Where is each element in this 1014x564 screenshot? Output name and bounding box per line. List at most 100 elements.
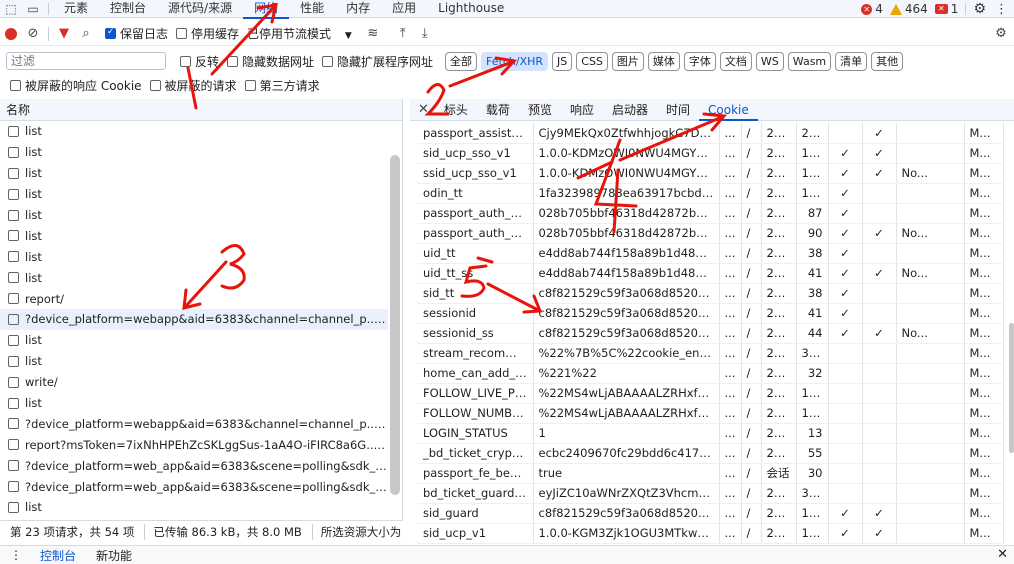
detail-tab-0[interactable]: 标头: [435, 99, 477, 121]
filter-chip-0[interactable]: 全部: [445, 51, 478, 71]
filter-chip-11[interactable]: 其他: [871, 51, 904, 71]
request-row[interactable]: list: [0, 121, 388, 142]
filter-chip-3[interactable]: CSS: [576, 51, 608, 71]
drawer-menu-icon[interactable]: ⋮: [0, 548, 30, 562]
export-har-icon[interactable]: ⤓: [414, 23, 436, 45]
request-row[interactable]: list: [0, 205, 388, 226]
tab-4[interactable]: 性能: [289, 0, 335, 18]
cookie-row[interactable]: FOLLOW_LIVE_POI... %22MS4wLjABAAAALZRHxfh…: [418, 383, 1004, 404]
request-row[interactable]: ?device_platform=webapp&aid=6383&channel…: [0, 413, 388, 434]
request-row[interactable]: list: [0, 393, 388, 414]
blocked-requests-checkbox[interactable]: [149, 79, 161, 91]
request-row[interactable]: list: [0, 184, 388, 205]
hide-extension-urls-checkbox[interactable]: [322, 55, 334, 67]
detail-tab-1[interactable]: 载荷: [477, 99, 519, 121]
request-row[interactable]: report/: [0, 288, 388, 309]
cookie-row[interactable]: passport_auth_sta... 028b705bbf46318d4287…: [418, 223, 1004, 244]
tab-0[interactable]: 元素: [53, 0, 99, 18]
tab-6[interactable]: 应用: [381, 0, 427, 18]
cookie-row[interactable]: sessionid c8f821529c59f3a068d85204fc9f...…: [418, 303, 1004, 324]
hide-data-urls-checkbox[interactable]: [227, 55, 239, 67]
close-detail-icon[interactable]: ✕: [410, 102, 435, 117]
request-row[interactable]: ?device_platform=web_app&aid=6383&scene=…: [0, 476, 388, 497]
throttling-select[interactable]: 已停用节流模式 ▼: [247, 25, 352, 42]
cookie-row[interactable]: uid_tt_ss e4dd8ab744f158a89b1d489a07.....…: [418, 263, 1004, 284]
request-row[interactable]: list: [0, 351, 388, 372]
drawer-tab-0[interactable]: 控制台: [30, 547, 86, 564]
network-conditions-icon[interactable]: ≋: [362, 23, 384, 45]
error-icon[interactable]: ✕: [861, 3, 873, 15]
detail-tab-3[interactable]: 响应: [561, 99, 603, 121]
cookie-row[interactable]: LOGIN_STATUS 1.../20... 13 M...: [418, 423, 1004, 444]
scrollbar[interactable]: [1009, 323, 1014, 453]
tab-1[interactable]: 控制台: [99, 0, 157, 18]
request-row[interactable]: list: [0, 225, 388, 246]
tab-7[interactable]: Lighthouse: [427, 0, 515, 18]
scrollbar[interactable]: [390, 155, 400, 495]
cookie-row[interactable]: FOLLOW_NUMBE... %22MS4wLjABAAAALZRHxfhK0.…: [418, 403, 1004, 424]
filter-chip-10[interactable]: 清单: [835, 51, 868, 71]
drawer-tab-1[interactable]: 新功能: [86, 547, 142, 564]
cookie-row[interactable]: sid_guard c8f821529c59f3a068d85204fc9f...…: [418, 503, 1004, 524]
filter-chip-7[interactable]: 文档: [719, 51, 752, 71]
request-row[interactable]: list: [0, 330, 388, 351]
filter-chip-5[interactable]: 媒体: [647, 51, 680, 71]
filter-chip-6[interactable]: 字体: [683, 51, 716, 71]
blocked-cookies-checkbox[interactable]: [10, 79, 21, 91]
request-row[interactable]: list: [0, 246, 388, 267]
cookie-row[interactable]: sessionid_ss c8f821529c59f3a068d85204fc9f…: [418, 323, 1004, 344]
filter-input[interactable]: 过滤: [6, 52, 166, 70]
request-row[interactable]: ?device_platform=webapp&aid=6383&channel…: [0, 309, 388, 330]
request-row[interactable]: list: [0, 267, 388, 288]
network-settings-icon[interactable]: ⚙: [990, 23, 1012, 45]
inspect-element-icon[interactable]: ⬚: [0, 0, 22, 18]
warning-count[interactable]: 464: [905, 2, 928, 16]
gear-icon[interactable]: ⚙: [973, 1, 986, 17]
request-row[interactable]: report?msToken=7ixNhHPEhZcSKLggSus-1aA4O…: [0, 434, 388, 455]
filter-chip-4[interactable]: 图片: [611, 51, 644, 71]
name-column-header[interactable]: 名称: [0, 99, 402, 121]
record-icon[interactable]: [0, 23, 22, 45]
third-party-checkbox[interactable]: [244, 79, 256, 91]
detail-tab-4[interactable]: 启动器: [603, 99, 657, 121]
invert-checkbox[interactable]: [180, 55, 191, 67]
detail-tab-6[interactable]: Cookie: [699, 99, 758, 121]
request-row[interactable]: list: [0, 142, 388, 163]
cookie-row[interactable]: uid_tt e4dd8ab744f158a89b1d489a07....../2…: [418, 243, 1004, 264]
request-row[interactable]: list: [0, 163, 388, 184]
disable-cache-checkbox[interactable]: [176, 28, 188, 39]
request-row[interactable]: write/: [0, 372, 388, 393]
filter-chip-9[interactable]: Wasm: [787, 51, 832, 71]
tab-2[interactable]: 源代码/来源: [157, 0, 243, 18]
cookie-row[interactable]: home_can_add_dy... %221%22.../20... 32 M...: [418, 363, 1004, 384]
error-count[interactable]: 4: [875, 2, 883, 16]
import-har-icon[interactable]: ⤒: [392, 23, 414, 45]
issues-icon[interactable]: ✕: [934, 4, 948, 14]
clear-icon[interactable]: ⊘: [22, 23, 44, 45]
close-drawer-icon[interactable]: ✕: [997, 547, 1008, 562]
request-row[interactable]: ?device_platform=web_app&aid=6383&scene=…: [0, 455, 388, 476]
cookie-row[interactable]: odin_tt 1fa323989783ea63917bcbd33....../2…: [418, 183, 1004, 204]
cookie-row[interactable]: _bd_ticket_crypt_c... ecbc2409670fc29bdd6…: [418, 443, 1004, 464]
cookie-row[interactable]: bd_ticket_guard_c... eyJiZC10aWNrZXQtZ3Vh…: [418, 483, 1004, 504]
preserve-log-checkbox[interactable]: [105, 27, 116, 39]
request-row[interactable]: list: [0, 497, 388, 518]
more-menu-icon[interactable]: ⋮: [989, 2, 1014, 17]
filter-chip-8[interactable]: WS: [755, 51, 784, 71]
detail-tab-2[interactable]: 预览: [519, 99, 561, 121]
cookie-row[interactable]: passport_fe_beati... true... / 会话 30 M...: [418, 463, 1004, 484]
warning-icon[interactable]: [889, 3, 902, 15]
issues-count[interactable]: 1: [951, 2, 959, 16]
cookie-row[interactable]: sid_tt c8f821529c59f3a068d85204fc9f......…: [418, 283, 1004, 304]
filter-chip-2[interactable]: JS: [552, 51, 573, 71]
tab-5[interactable]: 内存: [335, 0, 381, 18]
cookie-row[interactable]: ssid_ucp_sso_v1 1.0.0-KDMzOWI0NWU4MGYzY..…: [418, 163, 1004, 184]
cookie-row[interactable]: sid_ucp_v1 1.0.0-KGM3Zjk1OGU3MTkwNTg.....…: [418, 523, 1004, 544]
cookie-row[interactable]: passport_auth_sta... 028b705bbf46318d4287…: [418, 203, 1004, 224]
filter-icon[interactable]: ▼: [53, 23, 75, 45]
detail-tab-5[interactable]: 时间: [657, 99, 699, 121]
search-icon[interactable]: ⌕: [75, 23, 97, 45]
filter-chip-1[interactable]: Fetch/XHR: [481, 51, 549, 71]
device-toolbar-icon[interactable]: ▭: [22, 0, 44, 18]
cookie-row[interactable]: stream_recomme... %22%7B%5C%22cookie_enab…: [418, 343, 1004, 364]
